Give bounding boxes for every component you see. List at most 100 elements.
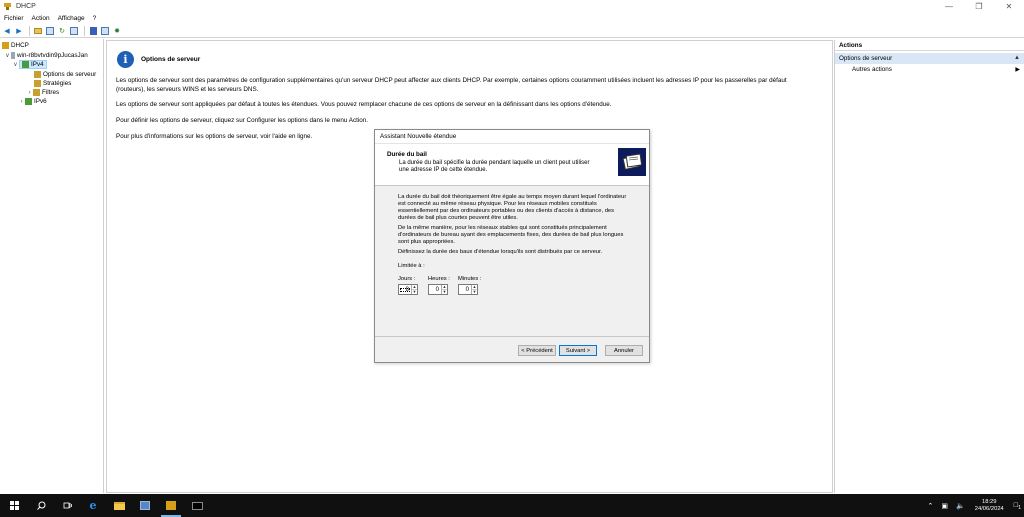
tree-item-server[interactable]: ∨ win-r8bvtvdin9pJucasJan	[4, 51, 88, 60]
spin-down-icon[interactable]: ▼	[442, 289, 447, 294]
hours-value[interactable]: 0	[429, 287, 441, 293]
actions-section-label: Options de serveur	[839, 55, 893, 62]
file-explorer-taskbar-button[interactable]	[106, 494, 132, 517]
policies-icon	[34, 80, 41, 87]
taskbar: e ⌃ ▣ 🔈 18:29 24/06/2024 □ 1	[0, 494, 1024, 517]
tree-item-strategies[interactable]: Stratégies	[34, 79, 71, 88]
toolbar-separator	[29, 25, 30, 36]
task-view-icon	[63, 502, 72, 509]
restore-icon: ❐	[975, 2, 983, 11]
actions-pane: Actions Options de serveur ▲ Autres acti…	[834, 40, 1024, 493]
notification-count: 1	[1018, 505, 1021, 511]
description-paragraph: Les options de serveur sont appliquées p…	[116, 101, 612, 108]
back-button[interactable]: ◀	[2, 26, 12, 36]
system-tray: ⌃ ▣ 🔈 18:29 24/06/2024 □ 1	[924, 494, 1024, 517]
network-button[interactable]: ✹	[112, 26, 122, 36]
server-icon	[11, 52, 15, 59]
days-value[interactable]: 8	[399, 287, 411, 293]
cmd-taskbar-button[interactable]	[184, 494, 210, 517]
tray-overflow-icon[interactable]: ⌃	[928, 502, 934, 510]
server-options-icon	[34, 71, 41, 78]
tree-label: Filtres	[42, 89, 60, 96]
info-icon: i	[117, 51, 134, 68]
search-button[interactable]	[28, 494, 54, 517]
wizard-step-title: Durée du bail	[387, 151, 427, 158]
actions-section-options-serveur[interactable]: Options de serveur ▲	[835, 53, 1024, 64]
wizard-body-text: De la même manière, pour les réseaux sta…	[398, 225, 624, 245]
edge-taskbar-button[interactable]: e	[80, 494, 106, 517]
description-paragraph: Les options de serveur sont des paramètr…	[116, 77, 787, 93]
dhcp-app-icon	[3, 2, 12, 11]
tree-item-filtres[interactable]: › Filtres	[26, 88, 59, 97]
window-title: DHCP	[16, 3, 36, 10]
export-button[interactable]	[69, 26, 79, 36]
close-button[interactable]: ✕	[994, 0, 1024, 13]
console-tree-button[interactable]	[45, 26, 55, 36]
toolbar: ◀ ▶ ↻ ✹	[0, 24, 1024, 38]
wizard-body-text: Définissez la durée des baux d'étendue l…	[398, 249, 603, 255]
next-button[interactable]: Suivant >	[559, 345, 597, 356]
spin-down-icon[interactable]: ▼	[472, 289, 477, 294]
collapse-up-icon[interactable]: ▲	[1014, 55, 1020, 61]
properties-button[interactable]	[100, 26, 110, 36]
hours-spinner[interactable]: 0 ▲ ▼	[428, 284, 448, 295]
help-book-icon	[89, 26, 97, 35]
ipv4-icon	[22, 61, 29, 68]
dhcp-icon	[166, 501, 176, 510]
tree-item-dhcp[interactable]: DHCP	[2, 41, 29, 50]
ipv6-icon	[25, 98, 32, 105]
expand-icon: ›	[20, 98, 23, 105]
collapse-icon: ∨	[13, 62, 18, 68]
wizard-step-description: La durée du bail spécifie la durée penda…	[399, 160, 590, 173]
close-icon: ✕	[1005, 2, 1013, 11]
notifications-button[interactable]: □ 1	[1014, 502, 1021, 511]
minutes-spinner[interactable]: 0 ▲ ▼	[458, 284, 478, 295]
menu-action[interactable]: Action	[28, 15, 54, 22]
minutes-value[interactable]: 0	[459, 287, 471, 293]
back-arrow-icon: ◀	[4, 27, 10, 35]
task-view-button[interactable]	[54, 494, 80, 517]
tree-item-ipv6[interactable]: › IPv6	[18, 97, 47, 106]
clock-date: 24/06/2024	[974, 505, 1004, 512]
server-manager-taskbar-button[interactable]	[132, 494, 158, 517]
network-icon: ✹	[114, 27, 120, 35]
cancel-button[interactable]: Annuler	[605, 345, 643, 356]
hours-label: Heures :	[428, 276, 450, 282]
console-tree: DHCP ∨ win-r8bvtvdin9pJucasJan ∨ IPv4 Op…	[0, 39, 104, 493]
days-spinner[interactable]: 8 ▲ ▼	[398, 284, 418, 295]
network-icon[interactable]: ▣	[941, 502, 948, 510]
days-label: Jours :	[398, 276, 416, 282]
clock[interactable]: 18:29 24/06/2024	[975, 499, 1004, 513]
start-button[interactable]	[0, 494, 28, 517]
actions-item-label: Autres actions	[852, 66, 892, 73]
menu-bar: Fichier Action Affichage ?	[0, 13, 1024, 24]
filters-icon	[33, 89, 40, 96]
collapse-icon: ∨	[5, 53, 10, 59]
refresh-icon: ↻	[59, 27, 65, 35]
menu-fichier[interactable]: Fichier	[0, 15, 28, 22]
folder-button[interactable]	[33, 26, 43, 36]
windows-logo-icon	[9, 501, 19, 510]
refresh-button[interactable]: ↻	[57, 26, 67, 36]
tree-label: IPv6	[34, 98, 47, 105]
properties-icon	[101, 26, 109, 35]
tree-label: Options de serveur	[43, 71, 97, 78]
menu-help[interactable]: ?	[89, 15, 101, 22]
restore-button[interactable]: ❐	[964, 0, 994, 13]
spin-down-icon[interactable]: ▼	[412, 289, 417, 294]
menu-affichage[interactable]: Affichage	[54, 15, 89, 22]
forward-button[interactable]: ▶	[14, 26, 24, 36]
wizard-header: Durée du bail La durée du bail spécifie …	[375, 144, 649, 186]
minimize-button[interactable]: —	[934, 0, 964, 13]
actions-item-autres-actions[interactable]: Autres actions ▶	[835, 64, 1024, 75]
tree-label: win-r8bvtvdin9pJucasJan	[17, 52, 88, 59]
help-button[interactable]	[88, 26, 98, 36]
dhcp-icon	[2, 42, 9, 49]
previous-button[interactable]: < Précédent	[518, 345, 556, 356]
wizard-body: La durée du bail doit théoriquement être…	[375, 186, 649, 337]
tree-item-ipv4[interactable]: ∨ IPv4	[12, 60, 47, 69]
tree-item-options-serveur[interactable]: Options de serveur	[34, 70, 96, 79]
new-scope-wizard-dialog: Assistant Nouvelle étendue Durée du bail…	[374, 129, 650, 363]
dhcp-taskbar-button[interactable]	[158, 494, 184, 517]
volume-icon[interactable]: 🔈	[956, 502, 965, 510]
